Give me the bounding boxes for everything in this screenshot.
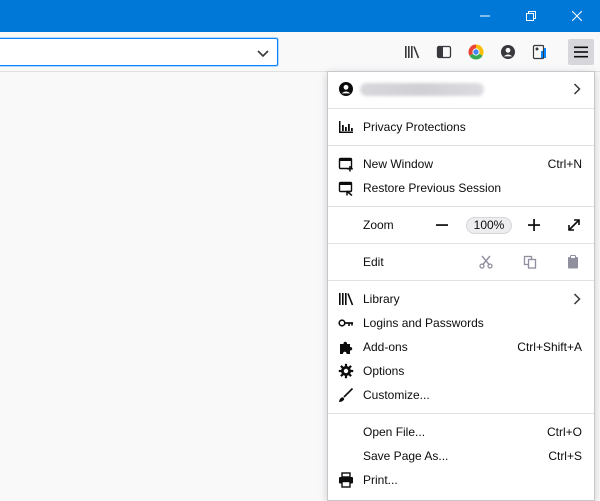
chrome-extension-button[interactable]: [463, 39, 489, 65]
library-icon: [338, 291, 354, 307]
zoom-reset-button[interactable]: 100%: [466, 217, 512, 234]
zoom-in-button[interactable]: [524, 215, 544, 235]
account-icon: [338, 81, 354, 97]
menu-label: Open File...: [363, 425, 426, 439]
puzzle-icon: [338, 339, 354, 355]
menu-separator: [328, 413, 594, 414]
scissors-icon: [479, 255, 493, 269]
menu-restore-session[interactable]: Restore Previous Session: [328, 176, 594, 200]
shortcut-label: Ctrl+S: [548, 449, 582, 463]
account-icon: [501, 45, 515, 59]
sidebar-button[interactable]: [431, 39, 457, 65]
shortcut-label: Ctrl+N: [547, 157, 582, 171]
zoom-out-button[interactable]: [432, 215, 452, 235]
library-button[interactable]: [399, 39, 425, 65]
close-icon: [572, 11, 582, 21]
url-bar[interactable]: [0, 38, 278, 66]
menu-label: Add-ons: [363, 340, 408, 354]
app-menu: Privacy Protections New Window Ctrl+N Re…: [327, 71, 595, 501]
paste-button[interactable]: [562, 252, 584, 272]
restore-icon: [526, 11, 536, 21]
menu-options[interactable]: Options: [328, 359, 594, 383]
menu-addons[interactable]: Add-ons Ctrl+Shift+A: [328, 335, 594, 359]
menu-label: Print...: [363, 473, 398, 487]
new-window-icon: [338, 156, 354, 172]
extension-icon: [532, 44, 546, 60]
paintbrush-icon: [338, 387, 354, 403]
menu-edit: Edit: [328, 250, 594, 274]
menu-account[interactable]: [328, 77, 594, 101]
menu-label: Logins and Passwords: [363, 316, 484, 330]
minus-icon: [436, 224, 448, 226]
menu-label: Options: [363, 364, 405, 378]
menu-zoom: Zoom 100%: [328, 213, 594, 237]
cut-button[interactable]: [475, 252, 497, 272]
title-bar: [0, 0, 600, 32]
menu-separator: [328, 108, 594, 109]
fullscreen-icon: [568, 219, 580, 231]
menu-customize[interactable]: Customize...: [328, 383, 594, 407]
minimize-icon: [480, 15, 490, 17]
account-email-obscured: [360, 83, 484, 96]
menu-label: Privacy Protections: [363, 120, 466, 134]
shortcut-label: Ctrl+O: [546, 425, 582, 439]
menu-save-page[interactable]: Save Page As... Ctrl+S: [328, 444, 594, 468]
chevron-right-icon: [573, 83, 581, 95]
sidebar-icon: [436, 45, 452, 59]
menu-privacy-protections[interactable]: Privacy Protections: [328, 115, 594, 139]
menu-label: Library: [363, 292, 400, 306]
chevron-down-icon[interactable]: [255, 45, 271, 61]
menu-label: New Window: [363, 157, 434, 171]
menu-logins-passwords[interactable]: Logins and Passwords: [328, 311, 594, 335]
key-icon: [338, 315, 354, 331]
menu-print[interactable]: Print...: [328, 468, 594, 492]
printer-icon: [338, 472, 354, 488]
close-button[interactable]: [554, 0, 600, 32]
hamburger-menu-icon: [574, 46, 588, 58]
menu-label: Customize...: [363, 388, 430, 402]
copy-button[interactable]: [519, 252, 541, 272]
gear-icon: [338, 363, 354, 379]
open-menu-button[interactable]: [568, 39, 594, 65]
account-button[interactable]: [495, 39, 521, 65]
menu-separator: [328, 145, 594, 146]
nav-toolbar: [0, 32, 600, 72]
extension-button[interactable]: [527, 39, 553, 65]
menu-label: Zoom: [363, 218, 394, 232]
chrome-icon: [468, 44, 484, 60]
copy-icon: [523, 255, 537, 269]
menu-open-file[interactable]: Open File... Ctrl+O: [328, 420, 594, 444]
menu-separator: [328, 243, 594, 244]
menu-library[interactable]: Library: [328, 287, 594, 311]
chevron-right-icon: [573, 293, 581, 305]
minimize-button[interactable]: [462, 0, 508, 32]
restore-button[interactable]: [508, 0, 554, 32]
menu-label: Restore Previous Session: [363, 181, 502, 195]
menu-label: Save Page As...: [363, 449, 449, 463]
menu-label: Edit: [363, 255, 384, 269]
menu-separator: [328, 280, 594, 281]
fullscreen-button[interactable]: [564, 215, 584, 235]
library-icon: [405, 46, 420, 59]
plus-icon: [528, 219, 540, 231]
shortcut-label: Ctrl+Shift+A: [517, 340, 582, 354]
clipboard-icon: [568, 255, 578, 269]
menu-separator: [328, 206, 594, 207]
menu-new-window[interactable]: New Window Ctrl+N: [328, 152, 594, 176]
restore-session-icon: [338, 180, 354, 196]
chart-icon: [338, 119, 354, 135]
